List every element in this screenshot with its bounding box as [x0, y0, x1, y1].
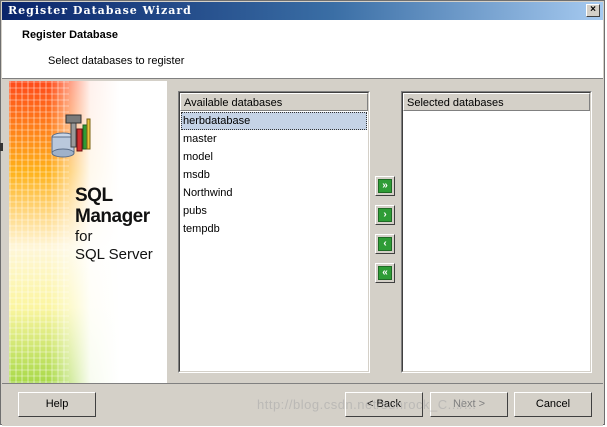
list-item[interactable]: master: [181, 130, 367, 148]
next-button[interactable]: Next >: [430, 392, 508, 417]
product-name: SQL Manager for SQL Server: [75, 185, 153, 263]
next-label: Next >: [452, 398, 486, 410]
page-subtitle: Select databases to register: [48, 55, 185, 67]
chevron-right-icon: ›: [378, 208, 392, 222]
selected-databases-list[interactable]: Selected databases: [401, 91, 592, 373]
back-label: < Back: [367, 398, 401, 410]
brand-line-2: Manager: [75, 206, 150, 227]
edge-artifact: [0, 143, 3, 151]
product-banner: SQL Manager for SQL Server: [9, 81, 167, 383]
brand-line-1: SQL: [75, 185, 113, 206]
double-chevron-left-icon: «: [378, 266, 392, 280]
window-title: Register Database Wizard: [8, 4, 192, 17]
cancel-label: Cancel: [535, 398, 571, 410]
list-item[interactable]: msdb: [181, 166, 367, 184]
help-button[interactable]: Help: [18, 392, 96, 417]
close-icon: ×: [590, 4, 596, 15]
close-button[interactable]: ×: [586, 4, 600, 17]
remove-button[interactable]: ‹: [375, 234, 395, 254]
back-button[interactable]: < Back: [345, 392, 423, 417]
chevron-left-icon: ‹: [378, 237, 392, 251]
list-item[interactable]: herbdatabase: [181, 112, 367, 130]
page-title: Register Database: [22, 29, 118, 41]
wizard-footer: Help < Back Next > Cancel: [2, 383, 603, 426]
list-item[interactable]: tempdb: [181, 220, 367, 238]
add-button[interactable]: ›: [375, 205, 395, 225]
double-chevron-right-icon: »: [378, 179, 392, 193]
available-databases-header[interactable]: Available databases: [180, 93, 368, 111]
title-bar[interactable]: Register Database Wizard ×: [2, 2, 603, 20]
brand-line-3: for: [75, 228, 93, 245]
list-item[interactable]: pubs: [181, 202, 367, 220]
available-databases-list[interactable]: Available databases herbdatabase master mo…: [178, 91, 370, 373]
wizard-header: Register Database Select databases to re…: [2, 20, 603, 79]
available-items: herbdatabase master model msdb Northwind pubs…: [181, 112, 367, 238]
help-label: Help: [45, 398, 69, 410]
brand-line-4: SQL Server: [75, 246, 153, 263]
selected-databases-header[interactable]: Selected databases: [403, 93, 590, 111]
database-tools-icon: [51, 114, 91, 158]
wizard-window: Register Database Wizard × Register Data…: [0, 0, 605, 426]
add-all-button[interactable]: »: [375, 176, 395, 196]
list-item[interactable]: Northwind: [181, 184, 367, 202]
cancel-button[interactable]: Cancel: [514, 392, 592, 417]
remove-all-button[interactable]: «: [375, 263, 395, 283]
list-item[interactable]: model: [181, 148, 367, 166]
